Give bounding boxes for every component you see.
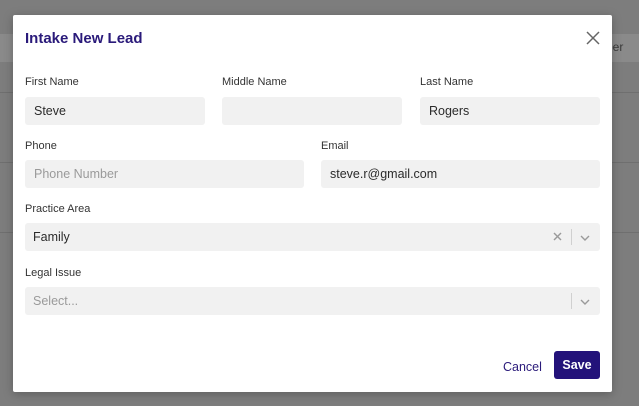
email-field[interactable] <box>321 160 600 188</box>
intake-lead-modal: Intake New Lead First Name Middle Name L… <box>13 15 612 392</box>
practice-area-label: Practice Area <box>25 203 91 215</box>
first-name-label: First Name <box>25 76 79 88</box>
practice-area-select[interactable]: Family <box>25 223 600 251</box>
chevron-down-icon[interactable] <box>579 232 591 242</box>
cancel-button[interactable]: Cancel <box>499 355 546 379</box>
middle-name-field[interactable] <box>222 97 402 125</box>
email-label: Email <box>321 140 349 152</box>
phone-label: Phone <box>25 140 57 152</box>
select-separator <box>571 293 572 309</box>
phone-field[interactable] <box>25 160 304 188</box>
middle-name-label: Middle Name <box>222 76 287 88</box>
email-input[interactable] <box>330 167 591 181</box>
clear-x-icon[interactable] <box>552 231 563 242</box>
close-icon[interactable] <box>585 30 601 46</box>
first-name-input[interactable] <box>34 104 196 118</box>
chevron-down-icon[interactable] <box>579 296 591 306</box>
legal-issue-placeholder: Select... <box>33 294 79 308</box>
save-button[interactable]: Save <box>554 351 600 379</box>
phone-input[interactable] <box>34 167 295 181</box>
modal-title: Intake New Lead <box>25 30 143 47</box>
legal-issue-label: Legal Issue <box>25 267 82 279</box>
middle-name-input[interactable] <box>231 104 393 118</box>
legal-issue-select[interactable]: Select... <box>25 287 600 315</box>
select-separator <box>571 229 572 245</box>
practice-area-value: Family <box>33 230 70 244</box>
last-name-label: Last Name <box>420 76 474 88</box>
last-name-field[interactable] <box>420 97 600 125</box>
first-name-field[interactable] <box>25 97 205 125</box>
last-name-input[interactable] <box>429 104 591 118</box>
